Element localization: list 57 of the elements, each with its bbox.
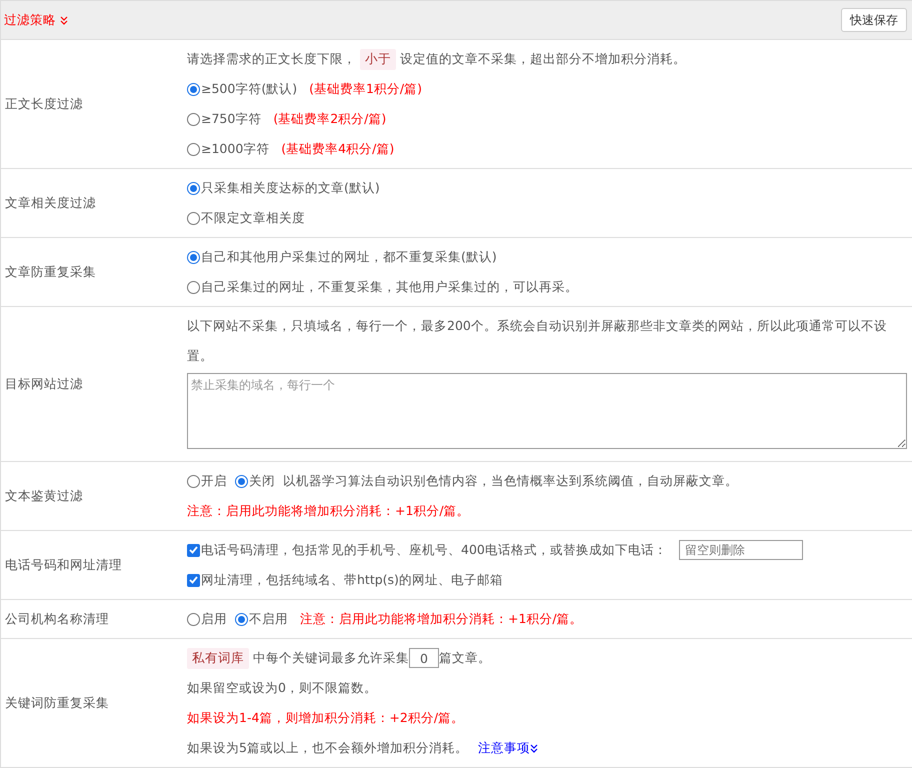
radio-button[interactable] — [187, 212, 200, 224]
row-label: 电话号码和网址清理 — [4, 556, 123, 574]
radio-option[interactable]: ≥500字符(默认) — [187, 80, 298, 98]
row-label: 公司机构名称清理 — [4, 610, 110, 628]
quick-save-button[interactable]: 快速保存 — [841, 8, 907, 32]
rate-note: (基础费率4积分/篇) — [281, 140, 394, 158]
row-label: 目标网站过滤 — [4, 374, 84, 392]
limit-text: 中每个关键词最多允许采集 — [253, 650, 409, 666]
intro-text: 请选择需求的正文长度下限， — [187, 50, 356, 68]
radio-option[interactable]: 不限定文章相关度 — [187, 210, 305, 226]
info-text: 如果设为1-4篇，则增加积分消耗：+2积分/篇。 — [187, 710, 464, 726]
description-text: 以机器学习算法自动识别色情内容，当色情概率达到系统阈值，自动屏蔽文章。 — [283, 472, 738, 490]
radio-option[interactable]: 自己采集过的网址，不重复采集，其他用户采集过的，可以再采。 — [187, 278, 578, 296]
row-label: 文章相关度过滤 — [4, 194, 97, 212]
radio-option[interactable]: ≥750字符 — [187, 110, 262, 128]
checkbox[interactable] — [187, 574, 200, 586]
radio-option[interactable]: 不启用 — [235, 610, 288, 628]
domain-textarea[interactable]: 禁止采集的域名，每行一个 — [187, 373, 907, 449]
radio-option[interactable]: 关闭 — [235, 472, 275, 490]
intro-text: 设定值的文章不采集，超出部分不增加积分消耗。 — [400, 50, 686, 68]
warning-note: 注意：启用此功能将增加积分消耗：+1积分/篇。 — [300, 610, 583, 628]
rate-note: (基础费率2积分/篇) — [273, 110, 386, 128]
radio-button[interactable] — [187, 112, 200, 126]
radio-button[interactable] — [187, 182, 200, 194]
radio-option[interactable]: ≥1000字符 — [187, 140, 270, 158]
radio-button[interactable] — [187, 142, 200, 156]
info-text: 如果设为5篇或以上，也不会额外增加积分消耗。 — [187, 740, 468, 756]
limit-text: 篇文章。 — [439, 650, 491, 666]
checkbox-option[interactable]: 网址清理，包括纯域名、带http(s)的网址、电子邮箱 — [187, 572, 503, 588]
tag-label: 小于 — [360, 48, 396, 70]
row-label: 文章防重复采集 — [4, 262, 97, 280]
radio-button[interactable] — [187, 250, 200, 264]
tag-label: 私有词库 — [187, 648, 249, 668]
radio-option[interactable]: 启用 — [187, 610, 227, 628]
radio-option[interactable]: 开启 — [187, 472, 227, 490]
checkbox-option[interactable]: 电话号码清理，包括常见的手机号、座机号、400电话格式，或替换成如下电话： — [187, 542, 667, 558]
radio-button[interactable] — [187, 280, 200, 294]
double-chevron-icon — [530, 744, 538, 752]
row-label: 正文长度过滤 — [4, 94, 84, 112]
count-input-field[interactable]: 0 — [409, 648, 439, 668]
radio-button[interactable] — [187, 82, 200, 96]
phone-input-field[interactable]: 留空则删除 — [678, 540, 803, 560]
checkbox[interactable] — [187, 544, 200, 556]
rate-note: (基础费率1积分/篇) — [309, 80, 422, 98]
row-label: 文本鉴黄过滤 — [4, 486, 84, 504]
radio-option[interactable]: 自己和其他用户采集过的网址，都不重复采集(默认) — [187, 248, 497, 266]
radio-option[interactable]: 只采集相关度达标的文章(默认) — [187, 180, 380, 196]
description-text: 以下网站不采集，只填域名，每行一个，最多200个。系统会自动识别并屏蔽那些非文章类的网站，所以此项通常可以不设置。 — [187, 317, 888, 365]
info-text: 如果留空或设为0，则不限篇数。 — [187, 680, 377, 696]
double-chevron-icon — [60, 16, 68, 24]
radio-button[interactable] — [187, 474, 200, 488]
row-label: 关键词防重复采集 — [4, 694, 110, 712]
notes-link[interactable]: 注意事项 — [478, 740, 538, 756]
radio-button[interactable] — [235, 612, 248, 626]
radio-button[interactable] — [235, 474, 248, 488]
info-text: 注意：启用此功能将增加积分消耗：+1积分/篇。 — [187, 502, 470, 520]
radio-button[interactable] — [187, 612, 200, 626]
